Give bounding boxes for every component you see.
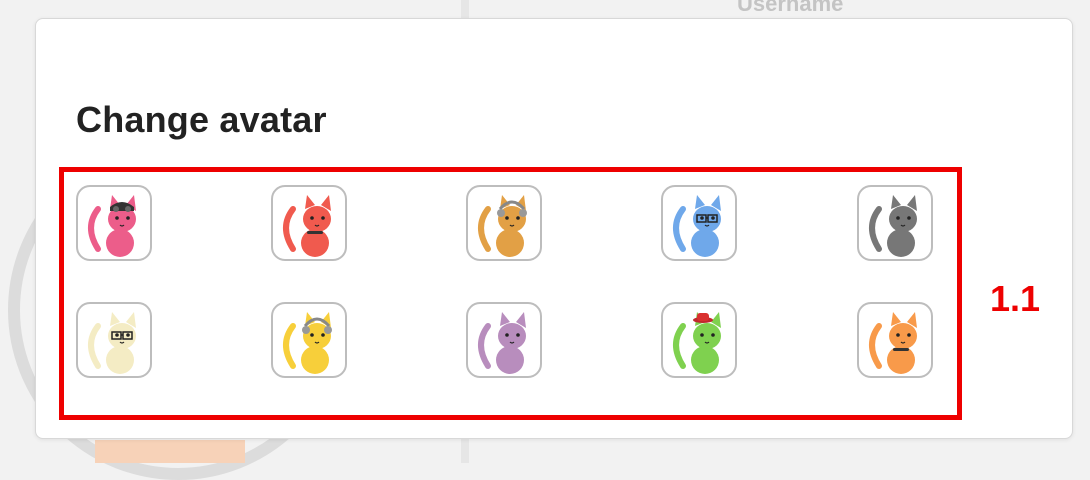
background-avatar-preview — [95, 440, 245, 463]
annotation-highlight-box — [59, 167, 962, 420]
annotation-label: 1.1 — [990, 278, 1041, 319]
modal-title: Change avatar — [76, 99, 327, 140]
background-username-label: Username — [737, 0, 844, 16]
